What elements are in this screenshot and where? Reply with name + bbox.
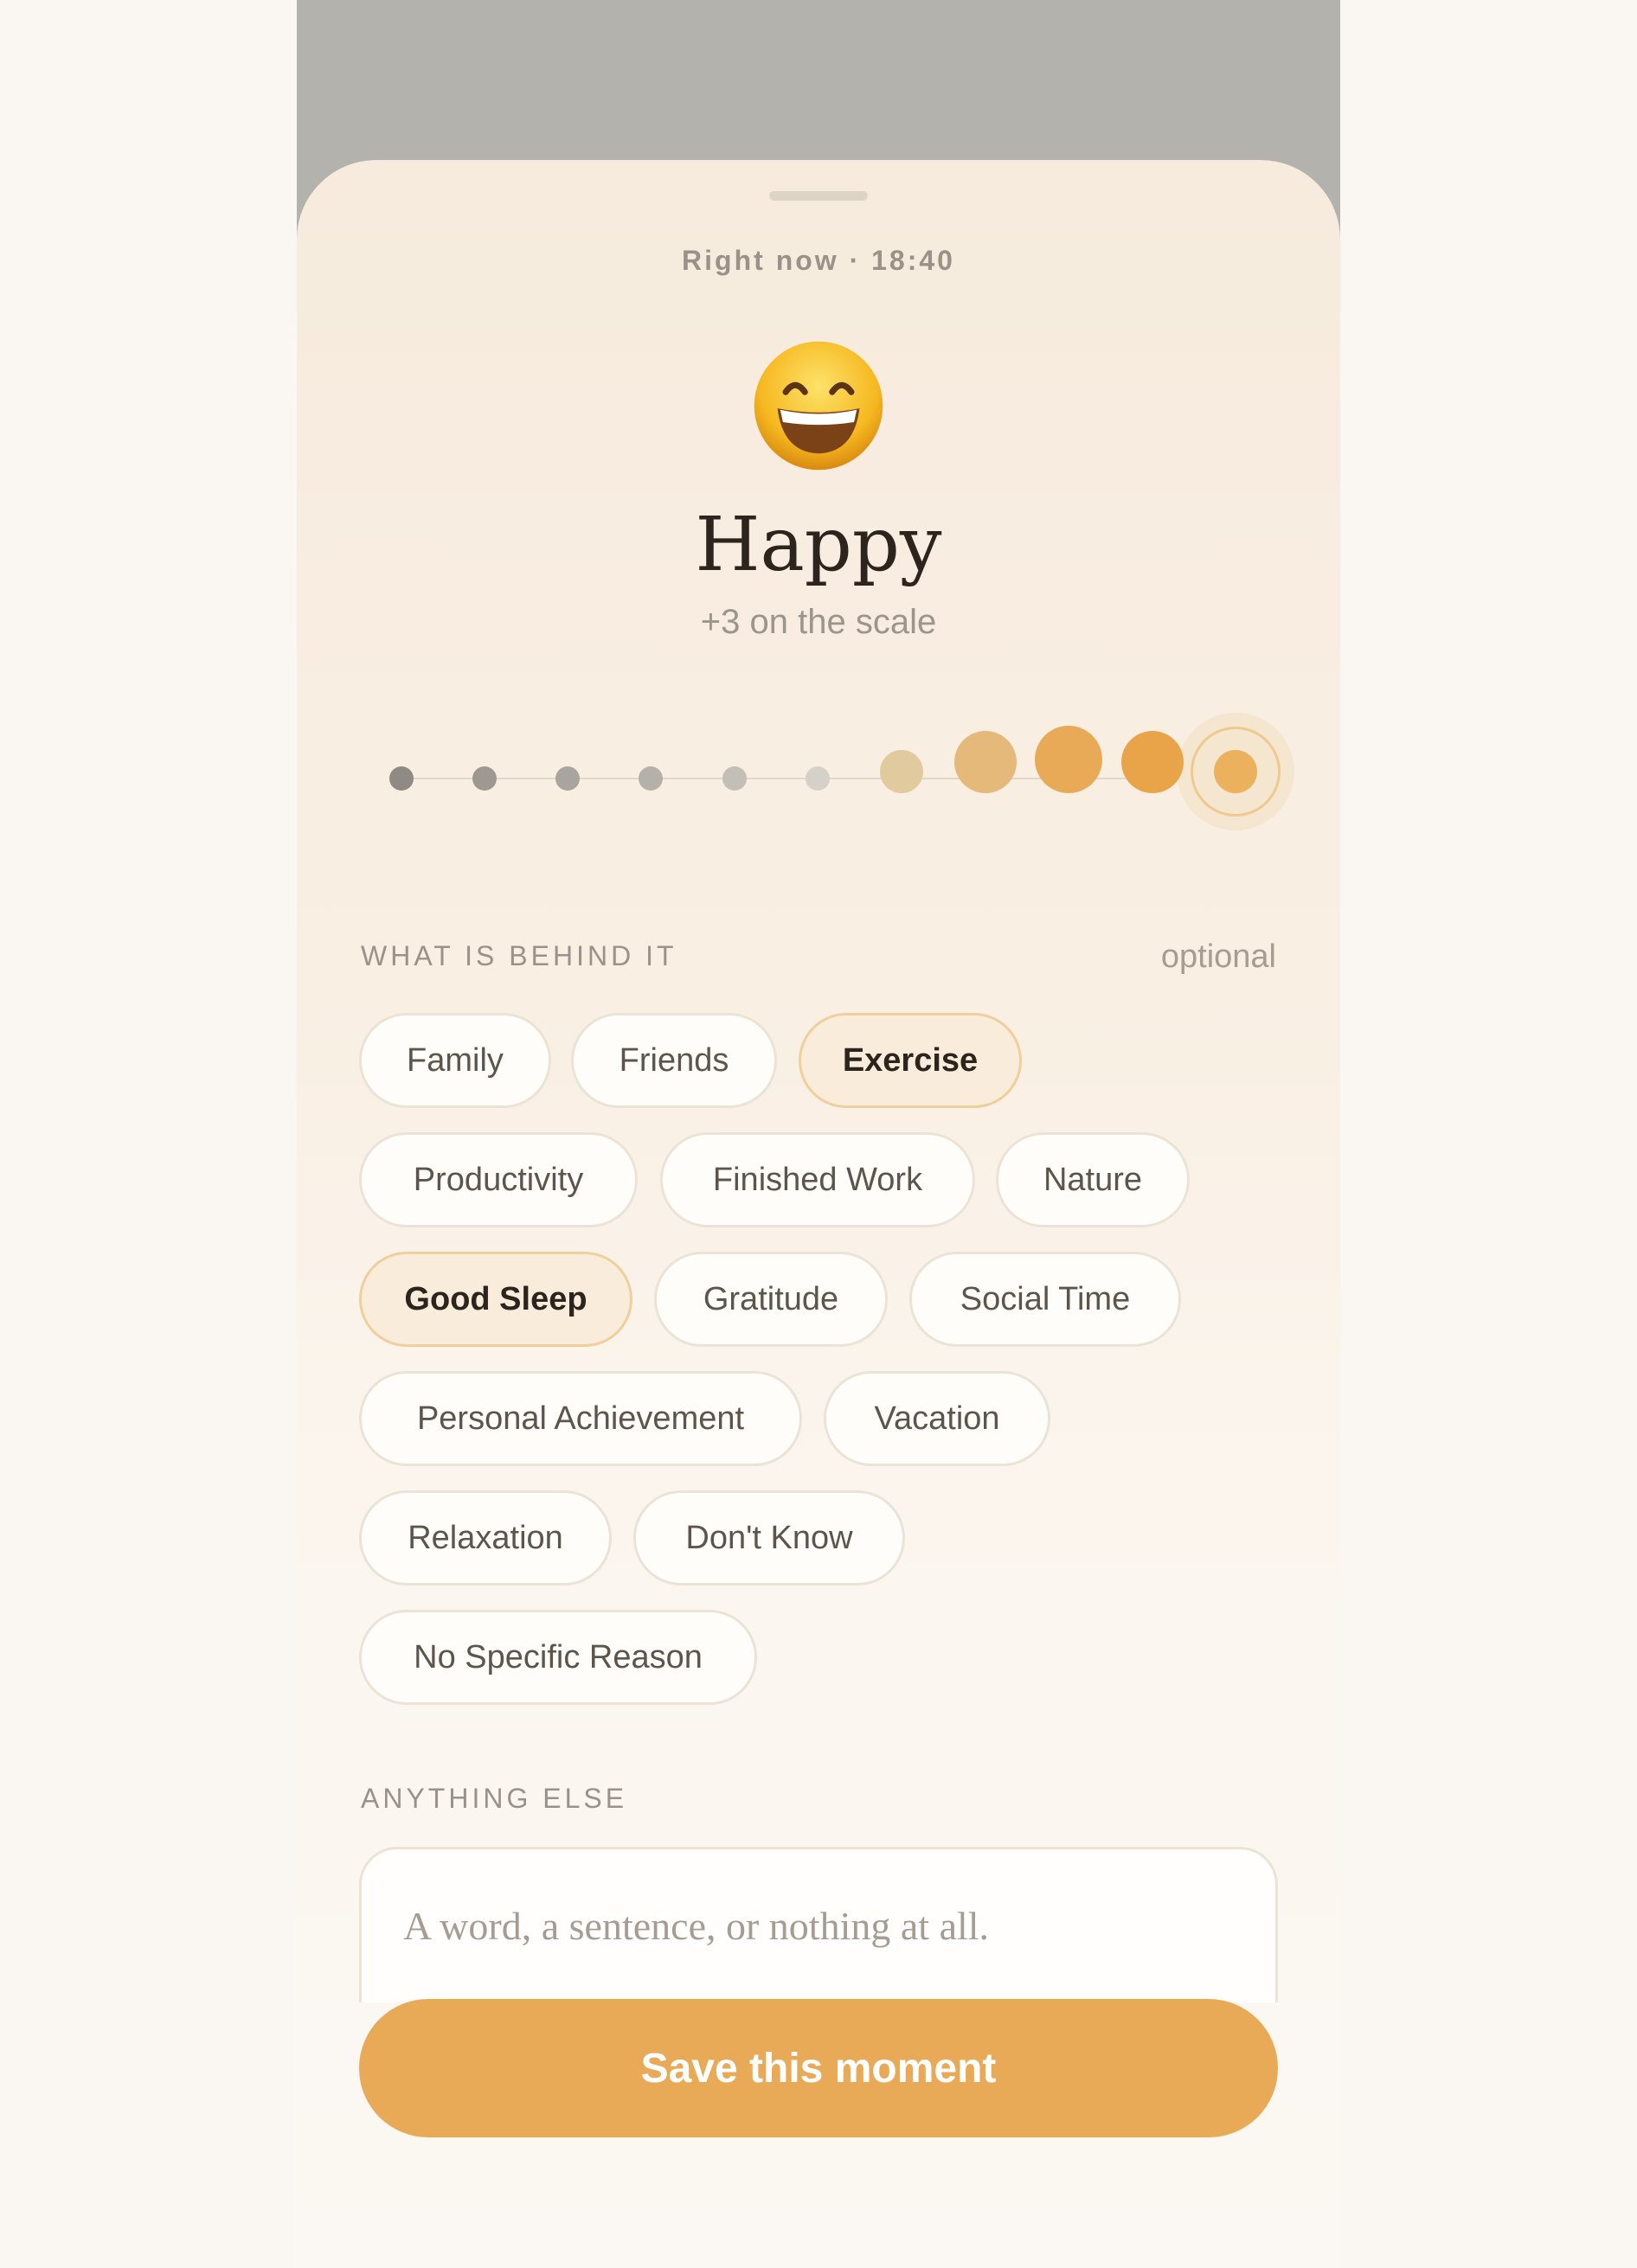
- mood-scale-dot[interactable]: [722, 766, 747, 791]
- mood-scale-dot[interactable]: [1121, 731, 1184, 793]
- reason-chip[interactable]: Exercise: [799, 1013, 1022, 1108]
- mood-scale-dot[interactable]: [806, 766, 830, 791]
- mood-scale-track: [401, 778, 1136, 779]
- reason-chip[interactable]: Good Sleep: [359, 1252, 632, 1347]
- mood-scale-dot[interactable]: [1214, 750, 1257, 793]
- reason-chip[interactable]: Productivity: [359, 1132, 638, 1227]
- note-section-label: ANYTHING ELSE: [361, 1783, 628, 1814]
- reason-chip[interactable]: Friends: [571, 1013, 777, 1108]
- mood-scale-dot[interactable]: [639, 766, 663, 791]
- save-button[interactable]: Save this moment: [359, 1999, 1278, 2137]
- optional-label: optional: [1160, 939, 1276, 975]
- reasons-section-label: WHAT IS BEHIND IT: [361, 940, 677, 971]
- reason-chip[interactable]: No Specific Reason: [359, 1610, 757, 1705]
- reason-chip[interactable]: Don't Know: [633, 1490, 905, 1586]
- mood-scale-dot[interactable]: [472, 766, 497, 791]
- mood-scale-dot[interactable]: [880, 750, 923, 793]
- mood-scale-dot[interactable]: [954, 731, 1017, 793]
- mood-scale-dot[interactable]: [1035, 726, 1102, 793]
- note-placeholder: A word, a sentence, or nothing at all.: [403, 1904, 990, 1948]
- reason-chip[interactable]: Nature: [996, 1132, 1190, 1227]
- mood-entry-sheet: Right now · 18:40 Happy +3 on the scale …: [297, 160, 1340, 2268]
- phone-frame: Right now · 18:40 Happy +3 on the scale …: [297, 0, 1340, 2268]
- reason-chip[interactable]: Family: [359, 1013, 551, 1108]
- note-input[interactable]: A word, a sentence, or nothing at all.: [359, 1847, 1278, 2002]
- reason-chip[interactable]: Social Time: [909, 1252, 1181, 1347]
- mood-scale-dot[interactable]: [389, 766, 414, 791]
- reason-chip[interactable]: Relaxation: [359, 1490, 612, 1586]
- reason-chip[interactable]: Gratitude: [654, 1252, 888, 1347]
- mood-scale-slider[interactable]: [297, 160, 1340, 939]
- reason-chip[interactable]: Vacation: [824, 1371, 1050, 1466]
- reason-chip[interactable]: Personal Achievement: [359, 1371, 802, 1466]
- reason-chip[interactable]: Finished Work: [660, 1132, 975, 1227]
- mood-scale-dot[interactable]: [555, 766, 580, 791]
